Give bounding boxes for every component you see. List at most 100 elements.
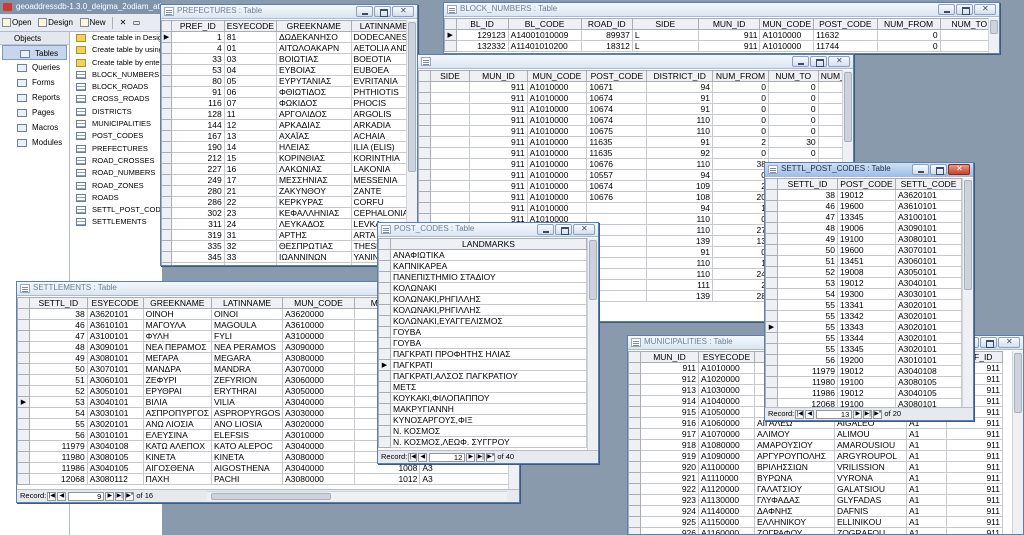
cell[interactable]: 110 (646, 257, 714, 269)
table-row[interactable]: ΚΑΠΝΙΚΑΡΕΑ (378, 260, 587, 272)
row-selector[interactable]: ▶ (444, 29, 457, 41)
row-selector[interactable] (628, 428, 641, 440)
table-row[interactable]: ΠΑΓΚΡΑΤΙ,ΑΛΣΟΣ ΠΑΓΚΡΑΤΙΟΥ (378, 370, 587, 382)
cell[interactable]: A3050000 (282, 385, 355, 397)
column-header[interactable]: ESYECODE (223, 20, 277, 32)
select-all-corner[interactable] (17, 297, 30, 309)
row-selector[interactable] (628, 527, 641, 534)
cell[interactable]: 116 (170, 97, 225, 109)
cell[interactable]: 46 (28, 319, 88, 331)
table-row[interactable]: 911 A1010000 11635 91 2 30 (418, 136, 853, 148)
row-selector[interactable] (765, 354, 778, 366)
cell[interactable]: ASPROPYRGOS (210, 407, 284, 419)
cell[interactable]: ΚΟΛΩΝΑΚΙ (390, 282, 587, 294)
table-row[interactable]: 48 19006 A3090101 (765, 222, 962, 234)
window-title-bar[interactable]: BLOCK_NUMBERS : Table (444, 3, 999, 17)
cell[interactable]: 911 (469, 136, 528, 148)
row-selector[interactable] (378, 315, 391, 327)
cell[interactable]: 0 (767, 125, 819, 137)
minimize-button[interactable] (792, 56, 809, 67)
object-list-item[interactable]: POST_CODES (70, 130, 162, 142)
cell[interactable]: 23 (223, 207, 277, 219)
next-record-button[interactable]: ▶ (105, 491, 115, 501)
cell[interactable]: A1 (906, 483, 947, 495)
cell[interactable]: 53 (777, 277, 838, 289)
cell[interactable]: ΓΑΛΑΤΣΙΟΥ (754, 483, 835, 495)
table-row[interactable]: 55 13345 A3020101 (765, 343, 962, 355)
object-list-item[interactable]: Create table by using wizard (70, 44, 162, 56)
cell[interactable]: ELEFSIS (210, 429, 284, 441)
cell[interactable]: A3080000 (282, 352, 355, 364)
minimize-button[interactable] (938, 4, 955, 15)
cell[interactable]: 01 (223, 42, 277, 54)
cell[interactable]: 10674 (586, 180, 648, 192)
scroll-thumb[interactable] (211, 493, 331, 500)
cell[interactable]: ΕΛΛΗΝΙΚΟΥ (754, 516, 835, 528)
cell[interactable]: MEGARA (210, 352, 284, 364)
cell[interactable]: ΠΡΕΒΕΖΗΣ (275, 262, 352, 265)
table-row[interactable]: 280 21 ΖΑΚΥΝΘΟΥ ZANTE (161, 185, 417, 197)
table-row[interactable]: 286 22 ΚΕΡΚΥΡΑΣ CORFU (161, 196, 417, 208)
cell[interactable]: A1010000 (526, 202, 588, 214)
row-selector[interactable] (378, 403, 391, 415)
row-selector[interactable] (628, 472, 641, 484)
cell[interactable]: 911 (946, 483, 1003, 495)
vertical-scrollbar[interactable] (587, 238, 598, 452)
cell[interactable]: A1050000 (698, 406, 755, 418)
cell[interactable]: KINETA (210, 451, 284, 463)
cell[interactable]: A1 (906, 439, 947, 451)
row-selector[interactable] (628, 494, 641, 506)
close-button[interactable] (948, 164, 970, 175)
cell[interactable]: ΚΕΦΑΛΛΗΝΙΑΣ (275, 207, 352, 219)
cell[interactable]: 911 (640, 362, 699, 374)
cell[interactable]: A1010000 (526, 103, 588, 115)
cell[interactable]: 94 (646, 81, 714, 93)
cell[interactable]: 319 (170, 229, 225, 241)
cell[interactable]: VRILISSION (834, 461, 907, 473)
table-row[interactable]: 167 13 ΑΧΑΪΑΣ ACHAIA (161, 130, 417, 142)
row-selector[interactable] (17, 341, 30, 353)
cell[interactable]: A3080105 (86, 451, 144, 463)
cell[interactable]: A3090000 (282, 341, 355, 353)
close-button[interactable] (998, 337, 1020, 348)
cell[interactable]: 10674 (586, 103, 648, 115)
cell[interactable]: A11401010200 (507, 40, 582, 52)
first-record-button[interactable]: |◀ (795, 409, 805, 419)
column-header[interactable]: POST_CODE (837, 178, 896, 190)
cell[interactable]: 919 (640, 450, 699, 462)
cell[interactable]: 335 (170, 240, 225, 252)
row-selector[interactable] (161, 207, 172, 219)
cell[interactable]: 04 (223, 64, 277, 76)
cell[interactable]: ΑΙΓΟΣΘΕΝΑ (142, 462, 213, 474)
cell[interactable] (429, 191, 471, 203)
row-selector[interactable] (161, 130, 172, 142)
row-selector[interactable] (765, 365, 778, 377)
cell[interactable]: 922 (640, 483, 699, 495)
column-header[interactable]: ROAD_ID (580, 18, 633, 30)
cell[interactable]: 13 (712, 235, 769, 247)
cell[interactable]: 921 (640, 472, 699, 484)
cell[interactable]: 80 (170, 75, 225, 87)
cell[interactable]: 47 (28, 330, 88, 342)
cell[interactable]: 0 (712, 114, 769, 126)
table-row[interactable]: ΜΑΚΡΥΓΙΑΝΝΗ (378, 403, 587, 415)
close-button[interactable] (828, 56, 850, 67)
column-header[interactable]: POST_CODE (586, 70, 648, 82)
table-row[interactable]: 46 19600 A3610101 (765, 200, 962, 212)
cell[interactable]: 24 (712, 268, 769, 280)
vertical-scrollbar[interactable] (962, 178, 973, 409)
cell[interactable]: 27 (712, 224, 769, 236)
table-row[interactable]: ▶ 55 13343 A3020101 (765, 321, 962, 333)
cell[interactable]: 49 (28, 352, 88, 364)
cell[interactable]: ΘΕΣΠΡΩΤΙΑΣ (275, 240, 352, 252)
select-all-corner[interactable] (418, 70, 431, 82)
cell[interactable]: 111 (646, 279, 714, 291)
cell[interactable]: 11635 (586, 136, 648, 148)
maximize-button[interactable] (930, 164, 947, 175)
cell[interactable]: A1040000 (698, 395, 755, 407)
object-list-item[interactable]: SETTLEMENTS (70, 216, 162, 228)
cell[interactable]: A3040101 (895, 277, 962, 289)
table-row[interactable]: 190 14 ΗΛΕΙΑΣ ILIA (ELIS) (161, 141, 417, 153)
column-header[interactable]: PREF_ID (170, 20, 225, 32)
row-selector[interactable] (17, 385, 30, 397)
